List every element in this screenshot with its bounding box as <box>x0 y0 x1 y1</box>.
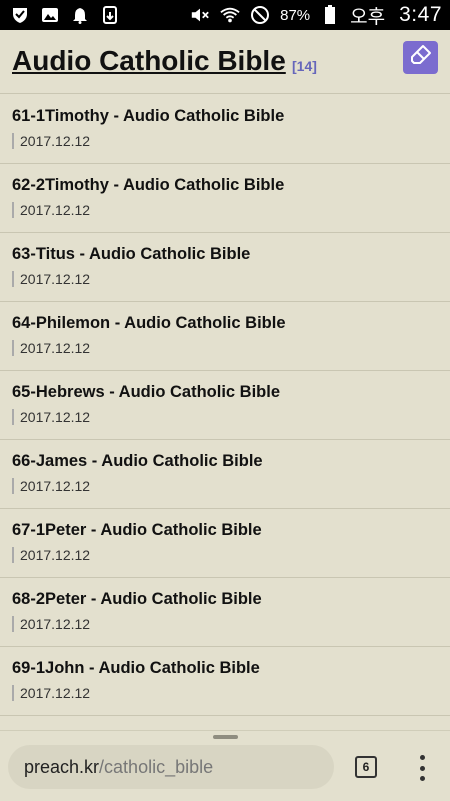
post-title[interactable]: 67-1Peter - Audio Catholic Bible <box>12 521 262 540</box>
list-item[interactable]: 64-Philemon - Audio Catholic Bible 2017.… <box>0 302 450 371</box>
url-path: /catholic_bible <box>99 756 214 777</box>
post-date: 2017.12.12 <box>12 271 90 287</box>
list-item[interactable]: 66-James - Audio Catholic Bible 2017.12.… <box>0 440 450 509</box>
device-update-icon <box>100 5 120 25</box>
page-title[interactable]: Audio Catholic Bible <box>12 45 286 77</box>
pencil-eraser-icon <box>409 43 433 72</box>
overflow-menu-button[interactable] <box>414 755 430 781</box>
wifi-icon <box>220 5 240 25</box>
do-not-disturb-icon <box>250 5 270 25</box>
list-item[interactable]: 69-1John - Audio Catholic Bible 2017.12.… <box>0 647 450 716</box>
mute-icon <box>190 5 210 25</box>
list-item[interactable]: 62-2Timothy - Audio Catholic Bible 2017.… <box>0 164 450 233</box>
write-post-button[interactable] <box>403 41 438 74</box>
post-title[interactable]: 64-Philemon - Audio Catholic Bible <box>12 314 286 333</box>
post-date: 2017.12.12 <box>12 133 90 149</box>
battery-icon <box>320 5 340 25</box>
list-item[interactable]: 68-2Peter - Audio Catholic Bible 2017.12… <box>0 578 450 647</box>
post-list: 61-1Timothy - Audio Catholic Bible 2017.… <box>0 95 450 716</box>
list-item[interactable]: 65-Hebrews - Audio Catholic Bible 2017.1… <box>0 371 450 440</box>
post-date: 2017.12.12 <box>12 685 90 701</box>
post-date: 2017.12.12 <box>12 409 90 425</box>
post-title[interactable]: 65-Hebrews - Audio Catholic Bible <box>12 383 280 402</box>
status-left-icons <box>10 5 120 25</box>
post-date: 2017.12.12 <box>12 478 90 494</box>
status-bar: 87% 오후 3:47 <box>0 0 450 30</box>
list-item[interactable]: 63-Titus - Audio Catholic Bible 2017.12.… <box>0 233 450 302</box>
post-date: 2017.12.12 <box>12 202 90 218</box>
drag-handle[interactable] <box>213 735 238 739</box>
list-item[interactable]: 67-1Peter - Audio Catholic Bible 2017.12… <box>0 509 450 578</box>
battery-percent: 87% <box>280 6 311 24</box>
post-title[interactable]: 66-James - Audio Catholic Bible <box>12 452 263 471</box>
tab-count: 6 <box>362 760 370 774</box>
post-date: 2017.12.12 <box>12 340 90 356</box>
list-item[interactable]: 61-1Timothy - Audio Catholic Bible 2017.… <box>0 95 450 164</box>
status-ampm: 오후 <box>350 6 386 28</box>
post-date: 2017.12.12 <box>12 547 90 563</box>
board-header: Audio Catholic Bible [14] <box>0 30 450 94</box>
menu-dot-icon <box>419 755 425 760</box>
post-date: 2017.12.12 <box>12 616 90 632</box>
bell-icon <box>70 5 90 25</box>
url-host: preach.kr <box>24 756 100 777</box>
url-bar[interactable]: preach.kr/catholic_bible <box>8 745 334 789</box>
post-count-badge: [14] <box>292 58 317 74</box>
menu-dot-icon <box>419 776 425 781</box>
menu-dot-icon <box>419 765 425 771</box>
image-notification-icon <box>40 5 60 25</box>
status-time: 3:47 <box>399 3 442 26</box>
shield-check-icon <box>10 5 30 25</box>
post-title[interactable]: 61-1Timothy - Audio Catholic Bible <box>12 107 284 126</box>
post-title[interactable]: 63-Titus - Audio Catholic Bible <box>12 245 250 264</box>
tab-switcher-button[interactable]: 6 <box>355 756 377 778</box>
post-title[interactable]: 62-2Timothy - Audio Catholic Bible <box>12 176 284 195</box>
post-title[interactable]: 69-1John - Audio Catholic Bible <box>12 659 260 678</box>
status-right-icons: 87% 오후 3:47 <box>190 2 442 29</box>
post-title[interactable]: 68-2Peter - Audio Catholic Bible <box>12 590 262 609</box>
browser-bottom-bar: preach.kr/catholic_bible 6 <box>0 730 450 801</box>
